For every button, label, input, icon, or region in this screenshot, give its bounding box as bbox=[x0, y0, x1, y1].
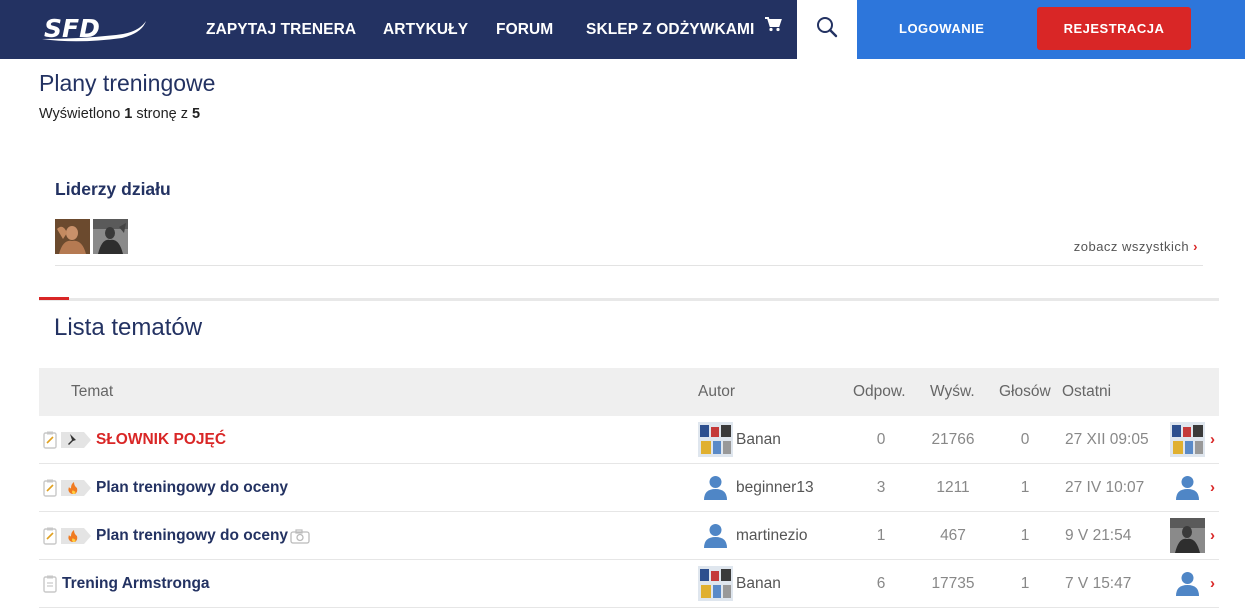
author-avatar[interactable] bbox=[698, 566, 733, 601]
vote-count: 1 bbox=[1020, 575, 1030, 592]
divider bbox=[55, 265, 1203, 266]
nav-link-shop[interactable]: SKLEP Z ODŻYWKAMI bbox=[586, 0, 782, 59]
author-name-text[interactable]: martinezio bbox=[736, 527, 808, 544]
reply-count: 0 bbox=[876, 431, 886, 448]
pagination-info-prefix: Wyświetlono bbox=[39, 106, 125, 122]
auth-area: LOGOWANIE REJESTRACJA bbox=[857, 0, 1245, 59]
last-poster-avatar[interactable] bbox=[1170, 518, 1205, 553]
author-name-text[interactable]: beginner13 bbox=[736, 479, 814, 496]
pagination-info-middle: stronę z bbox=[132, 106, 193, 122]
topics-table-header: Temat Autor Odpow. Wyśw. Głosów Ostatni bbox=[39, 368, 1219, 416]
view-count: 467 bbox=[940, 527, 966, 544]
pin-icon bbox=[61, 432, 91, 453]
column-header-views: Wyśw. bbox=[930, 383, 975, 400]
column-header-replies: Odpow. bbox=[853, 383, 906, 400]
table-row: Plan treningowy do oceny beginner13 3 12… bbox=[39, 464, 1219, 512]
section-divider bbox=[39, 298, 1219, 301]
author-name[interactable]: Banan bbox=[736, 560, 781, 608]
author-avatar[interactable] bbox=[698, 422, 733, 457]
topic-title[interactable]: Trening Armstronga bbox=[62, 560, 210, 608]
topic-title-text[interactable]: Plan treningowy do oceny bbox=[96, 527, 288, 544]
chevron-right-icon[interactable]: › bbox=[1210, 416, 1215, 464]
user-placeholder-icon[interactable] bbox=[703, 523, 728, 553]
author-name[interactable]: beginner13 bbox=[736, 464, 814, 512]
chevron-right-icon[interactable]: › bbox=[1210, 512, 1215, 560]
leader-avatar[interactable] bbox=[93, 219, 128, 254]
nav-link-articles[interactable]: ARTYKUŁY bbox=[383, 0, 468, 59]
vote-count: 1 bbox=[1020, 527, 1030, 544]
author-name-text[interactable]: Banan bbox=[736, 575, 781, 592]
chevron-right-icon[interactable]: › bbox=[1210, 464, 1215, 512]
author-name[interactable]: Banan bbox=[736, 416, 781, 464]
topic-title-text[interactable]: Plan treningowy do oceny bbox=[96, 479, 288, 496]
last-poster-avatar[interactable] bbox=[1170, 422, 1205, 457]
column-header-author: Autor bbox=[698, 383, 736, 400]
last-post-date: 27 IV 10:07 bbox=[1065, 479, 1145, 496]
pagination-total-pages: 5 bbox=[192, 106, 201, 122]
view-count: 1211 bbox=[936, 479, 970, 496]
view-count: 21766 bbox=[931, 431, 975, 448]
svg-text:SFD: SFD bbox=[44, 14, 100, 43]
register-button[interactable]: REJESTRACJA bbox=[1037, 7, 1191, 50]
user-placeholder-icon[interactable] bbox=[1175, 475, 1200, 505]
page-title: Plany treningowe bbox=[39, 70, 216, 96]
topic-title-text[interactable]: Trening Armstronga bbox=[62, 575, 210, 592]
top-navbar: SFD ZAPYTAJ TRENERA ARTYKUŁY FORUM SKLEP… bbox=[0, 0, 1245, 59]
topic-title[interactable]: SŁOWNIK POJĘĆ bbox=[96, 416, 226, 464]
cart-icon bbox=[764, 0, 782, 57]
column-header-topic: Temat bbox=[71, 383, 114, 400]
topic-title-text[interactable]: SŁOWNIK POJĘĆ bbox=[96, 431, 226, 448]
table-row: Trening Armstronga Banan 6 17735 1 7 V 1… bbox=[39, 560, 1219, 608]
section-divider-accent bbox=[39, 297, 69, 300]
camera-icon bbox=[290, 529, 310, 549]
search-icon bbox=[815, 15, 839, 44]
hot-topic-icon bbox=[61, 480, 91, 501]
table-row: SŁOWNIK POJĘĆ Banan 0 21766 0 27 XII 09:… bbox=[39, 416, 1219, 464]
leader-avatar[interactable] bbox=[55, 219, 90, 254]
nav-link-forum[interactable]: FORUM bbox=[496, 0, 553, 59]
topic-note-icon bbox=[43, 479, 57, 502]
last-post-date: 9 V 21:54 bbox=[1065, 527, 1132, 544]
search-button[interactable] bbox=[797, 0, 857, 59]
topic-note-icon bbox=[43, 527, 57, 550]
column-header-votes: Głosów bbox=[999, 383, 1051, 400]
reply-count: 6 bbox=[876, 575, 886, 592]
chevron-right-icon[interactable]: › bbox=[1210, 560, 1215, 608]
login-button[interactable]: LOGOWANIE bbox=[899, 0, 984, 59]
nav-link-shop-label: SKLEP Z ODŻYWKAMI bbox=[586, 21, 755, 38]
last-post-date: 27 XII 09:05 bbox=[1065, 431, 1149, 448]
topic-note-icon bbox=[43, 575, 57, 598]
nav-link-ask-trainer[interactable]: ZAPYTAJ TRENERA bbox=[206, 0, 356, 59]
topic-title[interactable]: Plan treningowy do oceny bbox=[96, 464, 288, 512]
vote-count: 0 bbox=[1020, 431, 1030, 448]
user-placeholder-icon[interactable] bbox=[1175, 571, 1200, 601]
see-all-leaders-link[interactable]: zobacz wszystkich › bbox=[1074, 239, 1198, 254]
column-header-last: Ostatni bbox=[1062, 383, 1112, 400]
vote-count: 1 bbox=[1020, 479, 1030, 496]
leaders-title: Liderzy działu bbox=[55, 179, 171, 199]
topic-note-icon bbox=[43, 431, 57, 454]
see-all-label: zobacz wszystkich bbox=[1073, 239, 1190, 254]
view-count: 17735 bbox=[931, 575, 975, 592]
table-row: Plan treningowy do oceny martinezio 1 46… bbox=[39, 512, 1219, 560]
reply-count: 3 bbox=[876, 479, 886, 496]
author-name[interactable]: martinezio bbox=[736, 512, 808, 560]
sfd-logo[interactable]: SFD bbox=[38, 13, 150, 45]
last-post-date: 7 V 15:47 bbox=[1065, 575, 1132, 592]
reply-count: 1 bbox=[876, 527, 886, 544]
hot-topic-icon bbox=[61, 528, 91, 549]
author-name-text[interactable]: Banan bbox=[736, 431, 781, 448]
topic-title[interactable]: Plan treningowy do oceny bbox=[96, 512, 288, 560]
chevron-right-icon: › bbox=[1193, 239, 1198, 254]
pagination-info: Wyświetlono 1 stronę z 5 bbox=[39, 106, 200, 122]
topics-title: Lista tematów bbox=[54, 314, 203, 341]
user-placeholder-icon[interactable] bbox=[703, 475, 728, 505]
